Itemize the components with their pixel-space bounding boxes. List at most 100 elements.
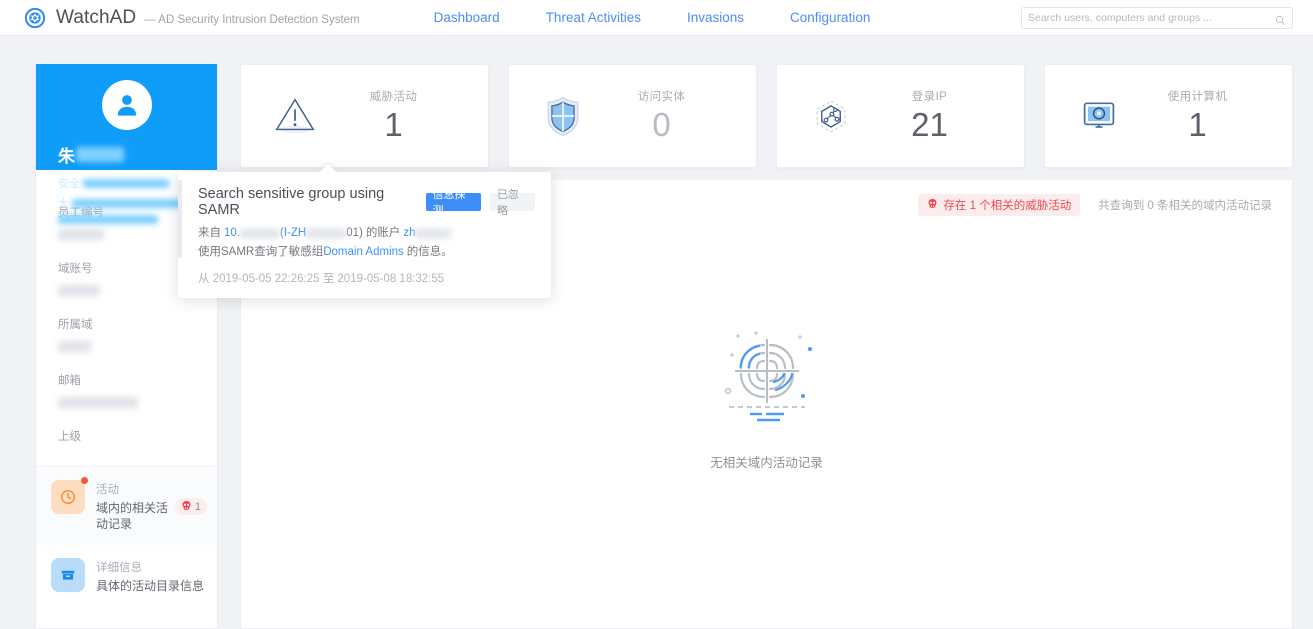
profile-meta-redacted <box>58 215 158 224</box>
stat-cards: 威胁活动 1 访问实体 0 登录IP 21 使用计算机 1 <box>240 64 1293 168</box>
stat-card-value: 1 <box>1188 106 1207 143</box>
desc-action: 使用SAMR查询了敏感组 <box>198 246 324 258</box>
desc-group[interactable]: Domain Admins <box>323 243 404 262</box>
profile-meta-row: 安全 <box>58 175 197 191</box>
time-from-label: 从 <box>198 273 210 285</box>
shield-icon <box>533 92 593 140</box>
profile-meta-row: 大 <box>58 195 197 211</box>
status-badge-count: 1 <box>194 500 201 513</box>
popover-description: 来自 10. (I-ZH 01) 的账户 zh 使用SAMR查询了敏感组 Dom… <box>198 224 535 262</box>
stat-card-access-entities[interactable]: 访问实体 0 <box>508 64 757 168</box>
avatar <box>101 80 152 130</box>
time-to-label: 至 <box>322 273 335 285</box>
top-navbar: WatchAD — AD Security Intrusion Detectio… <box>0 0 1313 36</box>
field-value-redacted <box>58 397 138 408</box>
watchad-gear-logo-icon <box>24 7 46 29</box>
time-to: 2019-05-08 18:32:55 <box>337 273 445 285</box>
warning-triangle-icon <box>265 91 325 141</box>
sidebar-item-details[interactable]: 详细信息 具体的活动目录信息 <box>36 545 217 607</box>
stat-card-label: 访问实体 <box>637 91 686 103</box>
empty-state: 无相关域内活动记录 <box>241 311 1292 471</box>
profile-meta-redacted <box>72 198 192 208</box>
popover-time-range: 从 2019-05-05 22:26:25 至 2019-05-08 18:32… <box>198 270 535 286</box>
field-supervisor: 上级 <box>58 428 217 444</box>
sidebar-menu: 活动 域内的相关活动记录 1 详细信息 具体的活动目录信息 <box>36 466 217 607</box>
stat-card-value: 0 <box>652 106 671 143</box>
field-value <box>58 339 217 352</box>
field-value-redacted <box>58 341 91 352</box>
stat-card-label: 威胁活动 <box>369 91 418 103</box>
sidebar-item-text: 活动 域内的相关活动记录 <box>96 480 171 532</box>
desc-account-redacted <box>415 229 452 238</box>
brand-name: WatchAD <box>56 6 137 28</box>
empty-state-text: 无相关域内活动记录 <box>710 456 823 470</box>
sidebar-item-title: 活动 <box>96 484 119 496</box>
profile-header: 朱 安全 大 <box>36 64 217 224</box>
user-sidebar: 朱 安全 大 员工编号 域账号 所属域 邮箱 上级 活动 域内的相关活动记录 1… <box>35 64 218 629</box>
sidebar-item-activity[interactable]: 活动 域内的相关活动记录 1 <box>36 467 217 545</box>
field-value-redacted <box>58 285 100 296</box>
profile-meta-prefix: 安全 <box>58 178 80 190</box>
stat-card-computers-used[interactable]: 使用计算机 1 <box>1044 64 1293 168</box>
nav-link-configuration[interactable]: Configuration <box>790 10 870 25</box>
computer-monitor-icon <box>1069 94 1129 138</box>
desc-host-open[interactable]: (I-ZH <box>280 224 306 243</box>
search-icon[interactable] <box>1275 13 1286 25</box>
profile-name-redacted <box>76 147 124 162</box>
record-count-text: 共查询到 0 条相关的域内活动记录 <box>1098 200 1272 212</box>
sidebar-item-desc: 域内的相关活动记录 <box>96 501 169 531</box>
popover-tag-ignored[interactable]: 已忽略 <box>489 189 535 217</box>
fingerprint-scan-icon <box>702 311 832 436</box>
nav-link-dashboard[interactable]: Dashboard <box>434 10 500 25</box>
field-value-redacted <box>58 229 104 240</box>
field-domain: 所属域 <box>58 316 217 352</box>
stat-card-value: 21 <box>911 106 948 143</box>
field-label: 邮箱 <box>58 375 81 387</box>
nav-link-threat-activities[interactable]: Threat Activities <box>546 10 641 25</box>
desc-suffix: 的信息。 <box>406 246 453 258</box>
desc-prefix: 来自 <box>198 227 221 239</box>
archive-box-icon <box>51 558 85 592</box>
stat-card-value: 1 <box>384 106 403 143</box>
time-from: 2019-05-05 22:26:25 <box>212 273 320 285</box>
popover-tag-category: 信息探测 <box>425 189 481 217</box>
profile-name-prefix: 朱 <box>58 147 75 166</box>
desc-account[interactable]: zh <box>403 224 415 243</box>
desc-mid: 的账户 <box>365 227 401 239</box>
stat-card-label: 使用计算机 <box>1167 91 1228 103</box>
brand[interactable]: WatchAD — AD Security Intrusion Detectio… <box>24 7 360 29</box>
profile-meta-redacted <box>83 178 169 188</box>
profile-meta-prefix: 大 <box>58 198 69 210</box>
desc-host-redacted <box>306 229 347 238</box>
stat-card-label: 登录IP <box>911 91 948 103</box>
profile-meta-row <box>58 215 197 224</box>
desc-host-close: 01) <box>346 227 363 239</box>
skull-icon <box>181 498 192 516</box>
clock-icon <box>51 477 88 514</box>
nav-links: Dashboard Threat Activities Invasions Co… <box>434 10 871 25</box>
status-badge: 1 <box>174 498 207 516</box>
desc-ip-redacted <box>240 229 280 238</box>
threat-activity-pill[interactable]: 存在 1 个相关的威胁活动 <box>918 194 1081 216</box>
sidebar-item-desc: 具体的活动目录信息 <box>96 579 205 593</box>
desc-ip[interactable]: 10. <box>224 224 240 243</box>
field-email: 邮箱 <box>58 372 217 408</box>
global-search[interactable] <box>1021 7 1293 29</box>
skull-icon <box>927 198 938 212</box>
threat-detail-popover: Search sensitive group using SAMR 信息探测 已… <box>178 172 551 298</box>
user-avatar-icon <box>117 95 136 116</box>
brand-subtitle: — AD Security Intrusion Detection System <box>144 13 360 26</box>
panel-status: 存在 1 个相关的威胁活动 共查询到 0 条相关的域内活动记录 <box>918 194 1272 216</box>
sidebar-item-text: 详细信息 具体的活动目录信息 <box>96 558 207 594</box>
popover-title: Search sensitive group using SAMR <box>198 186 385 218</box>
network-nodes-icon <box>801 92 861 140</box>
notification-dot <box>81 477 88 484</box>
stat-card-threat-activities[interactable]: 威胁活动 1 <box>240 64 489 168</box>
popover-header: Search sensitive group using SAMR 信息探测 已… <box>198 186 535 218</box>
search-input[interactable] <box>1028 12 1275 24</box>
stat-card-login-ip[interactable]: 登录IP 21 <box>776 64 1025 168</box>
nav-link-invasions[interactable]: Invasions <box>687 10 744 25</box>
field-label: 上级 <box>58 431 81 443</box>
threat-activity-pill-text: 存在 1 个相关的威胁活动 <box>943 200 1072 212</box>
field-label: 所属域 <box>58 319 93 331</box>
